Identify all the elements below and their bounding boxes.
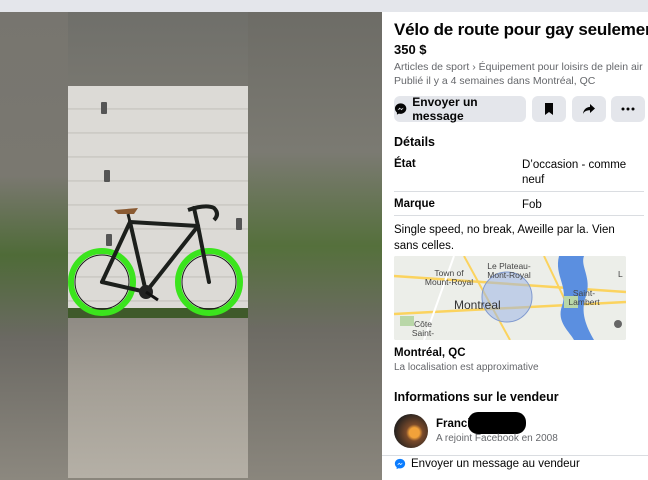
- share-button[interactable]: [572, 96, 606, 122]
- message-seller-label: Envoyer un message au vendeur: [411, 458, 580, 470]
- photo-blur-backdrop-left: [0, 12, 68, 480]
- brand-value: Fob: [522, 199, 542, 211]
- send-message-button[interactable]: Envoyer un message: [394, 95, 526, 123]
- condition-value: D’occasion - comme neuf: [522, 159, 627, 186]
- messenger-icon: [394, 458, 406, 470]
- message-seller-button[interactable]: Envoyer un message au vendeur: [394, 458, 580, 470]
- share-icon: [583, 104, 595, 114]
- map-label-saint-lambert: Saint-Lambert: [568, 288, 600, 307]
- seller-joined: A rejoint Facebook en 2008: [436, 433, 558, 444]
- more-icon: [621, 107, 635, 111]
- map-label-montreal: Montreal: [454, 298, 501, 312]
- top-bar: [0, 0, 648, 12]
- map-label-plateau: Le Plateau-Mont-Royal: [487, 261, 531, 280]
- location-note: La localisation est approximative: [394, 362, 539, 373]
- listing-photo-viewer[interactable]: [0, 12, 382, 480]
- condition-label: État: [394, 158, 416, 170]
- listing-price: 350 $: [394, 42, 427, 57]
- bookmark-icon: [545, 103, 553, 115]
- bicycle-image: [68, 204, 243, 316]
- more-options-button[interactable]: [611, 96, 645, 122]
- details-heading: Détails: [394, 135, 435, 149]
- details-divider: [394, 191, 644, 192]
- panel-divider: [382, 455, 648, 456]
- send-message-label: Envoyer un message: [412, 95, 478, 123]
- seller-info-heading: Informations sur le vendeur: [394, 390, 559, 404]
- category-breadcrumb[interactable]: Articles de sport › Équipement pour lois…: [394, 61, 643, 73]
- map-label-town-of-mount-royal: Town of Mount-Royal: [424, 268, 474, 287]
- redaction-mark: [468, 412, 526, 434]
- posted-info: Publié il y a 4 semaines dans Montréal, …: [394, 75, 596, 87]
- messenger-icon: [394, 103, 407, 115]
- brand-label: Marque: [394, 198, 435, 210]
- listing-details-panel: Vélo de route pour gay seulement 350 $ A…: [382, 12, 648, 480]
- listing-photo[interactable]: [68, 86, 248, 478]
- seller-avatar[interactable]: [394, 414, 428, 448]
- save-button[interactable]: [532, 96, 566, 122]
- listing-title: Vélo de route pour gay seulement: [394, 20, 648, 39]
- listing-description: Single speed, no break, Aweille par la. …: [394, 224, 615, 252]
- location-map[interactable]: Town of Mount-Royal Le Plateau-Mont-Roya…: [394, 256, 626, 340]
- map-label-cote-saint: Côte Saint-: [411, 319, 435, 338]
- location-city: Montréal, QC: [394, 347, 466, 359]
- photo-blur-backdrop-right: [248, 12, 382, 480]
- map-label-edge: L: [618, 269, 623, 279]
- details-divider: [394, 215, 644, 216]
